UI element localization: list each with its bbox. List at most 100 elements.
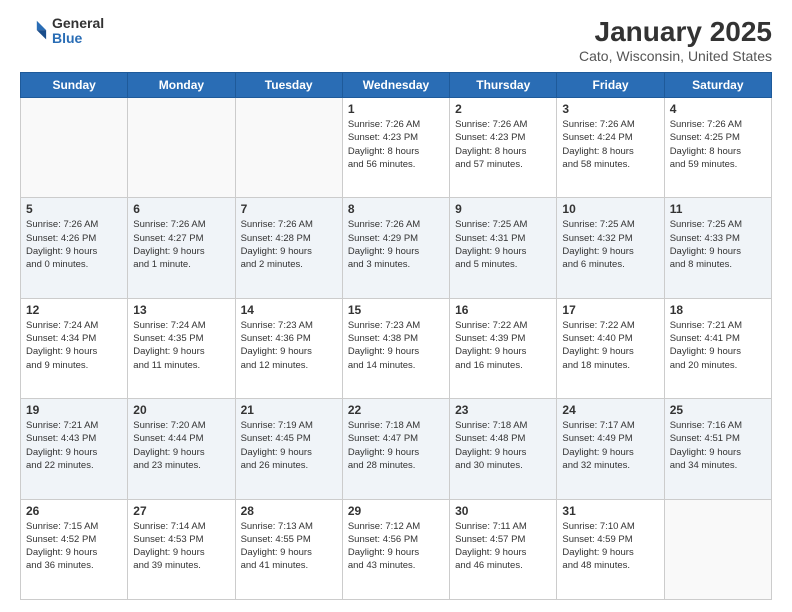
day-cell-15: 15 Sunrise: 7:23 AM Sunset: 4:38 PM Dayli… (342, 298, 449, 398)
day-number: 3 (562, 102, 658, 116)
title-block: January 2025 Cato, Wisconsin, United Sta… (579, 16, 772, 64)
calendar-table: SundayMondayTuesdayWednesdayThursdayFrid… (20, 72, 772, 600)
day-info: Sunrise: 7:24 AM Sunset: 4:34 PM Dayligh… (26, 319, 122, 372)
day-number: 20 (133, 403, 229, 417)
week-row-2: 5Sunrise: 7:26 AM Sunset: 4:26 PM Daylig… (21, 198, 772, 298)
day-cell-16: 16 Sunrise: 7:22 AM Sunset: 4:39 PM Dayli… (450, 298, 557, 398)
day-cell-18: 18 Sunrise: 7:21 AM Sunset: 4:41 PM Dayli… (664, 298, 771, 398)
day-cell-28: 28 Sunrise: 7:13 AM Sunset: 4:55 PM Dayli… (235, 499, 342, 599)
day-info: Sunrise: 7:18 AM Sunset: 4:48 PM Dayligh… (455, 419, 551, 472)
header: General Blue January 2025 Cato, Wisconsi… (20, 16, 772, 64)
day-number: 27 (133, 504, 229, 518)
day-info: Sunrise: 7:10 AM Sunset: 4:59 PM Dayligh… (562, 520, 658, 573)
empty-cell (664, 499, 771, 599)
day-number: 11 (670, 202, 766, 216)
logo-icon (20, 17, 48, 45)
day-header-thursday: Thursday (450, 73, 557, 98)
empty-cell (128, 98, 235, 198)
day-number: 26 (26, 504, 122, 518)
day-number: 17 (562, 303, 658, 317)
day-info: Sunrise: 7:25 AM Sunset: 4:33 PM Dayligh… (670, 218, 766, 271)
day-number: 13 (133, 303, 229, 317)
day-cell-20: 20 Sunrise: 7:20 AM Sunset: 4:44 PM Dayli… (128, 399, 235, 499)
day-info: Sunrise: 7:14 AM Sunset: 4:53 PM Dayligh… (133, 520, 229, 573)
day-info: Sunrise: 7:26 AM Sunset: 4:27 PM Dayligh… (133, 218, 229, 271)
day-number: 30 (455, 504, 551, 518)
day-cell-7: 7 Sunrise: 7:26 AM Sunset: 4:28 PM Daylig… (235, 198, 342, 298)
week-row-5: 26 Sunrise: 7:15 AM Sunset: 4:52 PM Dayli… (21, 499, 772, 599)
day-info: Sunrise: 7:21 AM Sunset: 4:41 PM Dayligh… (670, 319, 766, 372)
day-number: 2 (455, 102, 551, 116)
day-header-tuesday: Tuesday (235, 73, 342, 98)
day-info: Sunrise: 7:15 AM Sunset: 4:52 PM Dayligh… (26, 520, 122, 573)
day-header-sunday: Sunday (21, 73, 128, 98)
page: General Blue January 2025 Cato, Wisconsi… (0, 0, 792, 612)
day-cell-10: 10 Sunrise: 7:25 AM Sunset: 4:32 PM Dayli… (557, 198, 664, 298)
day-info: Sunrise: 7:12 AM Sunset: 4:56 PM Dayligh… (348, 520, 444, 573)
logo-general: General (52, 16, 104, 31)
day-cell-25: 25 Sunrise: 7:16 AM Sunset: 4:51 PM Dayli… (664, 399, 771, 499)
day-cell-14: 14 Sunrise: 7:23 AM Sunset: 4:36 PM Dayli… (235, 298, 342, 398)
day-cell-17: 17Sunrise: 7:22 AM Sunset: 4:40 PM Dayli… (557, 298, 664, 398)
day-number: 29 (348, 504, 444, 518)
location: Cato, Wisconsin, United States (579, 48, 772, 64)
day-info: Sunrise: 7:13 AM Sunset: 4:55 PM Dayligh… (241, 520, 337, 573)
empty-cell (21, 98, 128, 198)
day-number: 21 (241, 403, 337, 417)
day-info: Sunrise: 7:20 AM Sunset: 4:44 PM Dayligh… (133, 419, 229, 472)
day-info: Sunrise: 7:23 AM Sunset: 4:36 PM Dayligh… (241, 319, 337, 372)
day-info: Sunrise: 7:26 AM Sunset: 4:26 PM Dayligh… (26, 218, 122, 271)
day-cell-6: 6 Sunrise: 7:26 AM Sunset: 4:27 PM Daylig… (128, 198, 235, 298)
day-cell-22: 22Sunrise: 7:18 AM Sunset: 4:47 PM Dayli… (342, 399, 449, 499)
day-cell-2: 2Sunrise: 7:26 AM Sunset: 4:23 PM Daylig… (450, 98, 557, 198)
day-cell-4: 4Sunrise: 7:26 AM Sunset: 4:25 PM Daylig… (664, 98, 771, 198)
day-number: 9 (455, 202, 551, 216)
day-number: 24 (562, 403, 658, 417)
day-number: 23 (455, 403, 551, 417)
day-info: Sunrise: 7:26 AM Sunset: 4:28 PM Dayligh… (241, 218, 337, 271)
day-cell-12: 12 Sunrise: 7:24 AM Sunset: 4:34 PM Dayli… (21, 298, 128, 398)
day-header-friday: Friday (557, 73, 664, 98)
day-number: 12 (26, 303, 122, 317)
day-number: 14 (241, 303, 337, 317)
day-cell-11: 11 Sunrise: 7:25 AM Sunset: 4:33 PM Dayli… (664, 198, 771, 298)
logo: General Blue (20, 16, 104, 47)
day-info: Sunrise: 7:23 AM Sunset: 4:38 PM Dayligh… (348, 319, 444, 372)
day-cell-8: 8Sunrise: 7:26 AM Sunset: 4:29 PM Daylig… (342, 198, 449, 298)
day-number: 25 (670, 403, 766, 417)
day-number: 31 (562, 504, 658, 518)
day-cell-5: 5Sunrise: 7:26 AM Sunset: 4:26 PM Daylig… (21, 198, 128, 298)
day-number: 28 (241, 504, 337, 518)
month-title: January 2025 (579, 16, 772, 48)
day-info: Sunrise: 7:26 AM Sunset: 4:24 PM Dayligh… (562, 118, 658, 171)
day-cell-3: 3 Sunrise: 7:26 AM Sunset: 4:24 PM Daylig… (557, 98, 664, 198)
day-number: 10 (562, 202, 658, 216)
day-number: 16 (455, 303, 551, 317)
day-cell-21: 21Sunrise: 7:19 AM Sunset: 4:45 PM Dayli… (235, 399, 342, 499)
day-header-monday: Monday (128, 73, 235, 98)
day-cell-23: 23 Sunrise: 7:18 AM Sunset: 4:48 PM Dayli… (450, 399, 557, 499)
logo-text: General Blue (52, 16, 104, 47)
day-cell-19: 19Sunrise: 7:21 AM Sunset: 4:43 PM Dayli… (21, 399, 128, 499)
day-number: 15 (348, 303, 444, 317)
day-number: 18 (670, 303, 766, 317)
day-info: Sunrise: 7:25 AM Sunset: 4:32 PM Dayligh… (562, 218, 658, 271)
day-number: 7 (241, 202, 337, 216)
day-number: 19 (26, 403, 122, 417)
day-number: 6 (133, 202, 229, 216)
day-cell-1: 1 Sunrise: 7:26 AM Sunset: 4:23 PM Daylig… (342, 98, 449, 198)
day-info: Sunrise: 7:17 AM Sunset: 4:49 PM Dayligh… (562, 419, 658, 472)
day-info: Sunrise: 7:16 AM Sunset: 4:51 PM Dayligh… (670, 419, 766, 472)
day-cell-26: 26 Sunrise: 7:15 AM Sunset: 4:52 PM Dayli… (21, 499, 128, 599)
week-row-3: 12 Sunrise: 7:24 AM Sunset: 4:34 PM Dayli… (21, 298, 772, 398)
day-info: Sunrise: 7:26 AM Sunset: 4:23 PM Dayligh… (348, 118, 444, 171)
day-info: Sunrise: 7:18 AM Sunset: 4:47 PM Dayligh… (348, 419, 444, 472)
day-info: Sunrise: 7:11 AM Sunset: 4:57 PM Dayligh… (455, 520, 551, 573)
day-info: Sunrise: 7:22 AM Sunset: 4:39 PM Dayligh… (455, 319, 551, 372)
empty-cell (235, 98, 342, 198)
day-info: Sunrise: 7:25 AM Sunset: 4:31 PM Dayligh… (455, 218, 551, 271)
day-info: Sunrise: 7:26 AM Sunset: 4:29 PM Dayligh… (348, 218, 444, 271)
logo-blue: Blue (52, 31, 104, 46)
day-number: 1 (348, 102, 444, 116)
day-info: Sunrise: 7:26 AM Sunset: 4:25 PM Dayligh… (670, 118, 766, 171)
